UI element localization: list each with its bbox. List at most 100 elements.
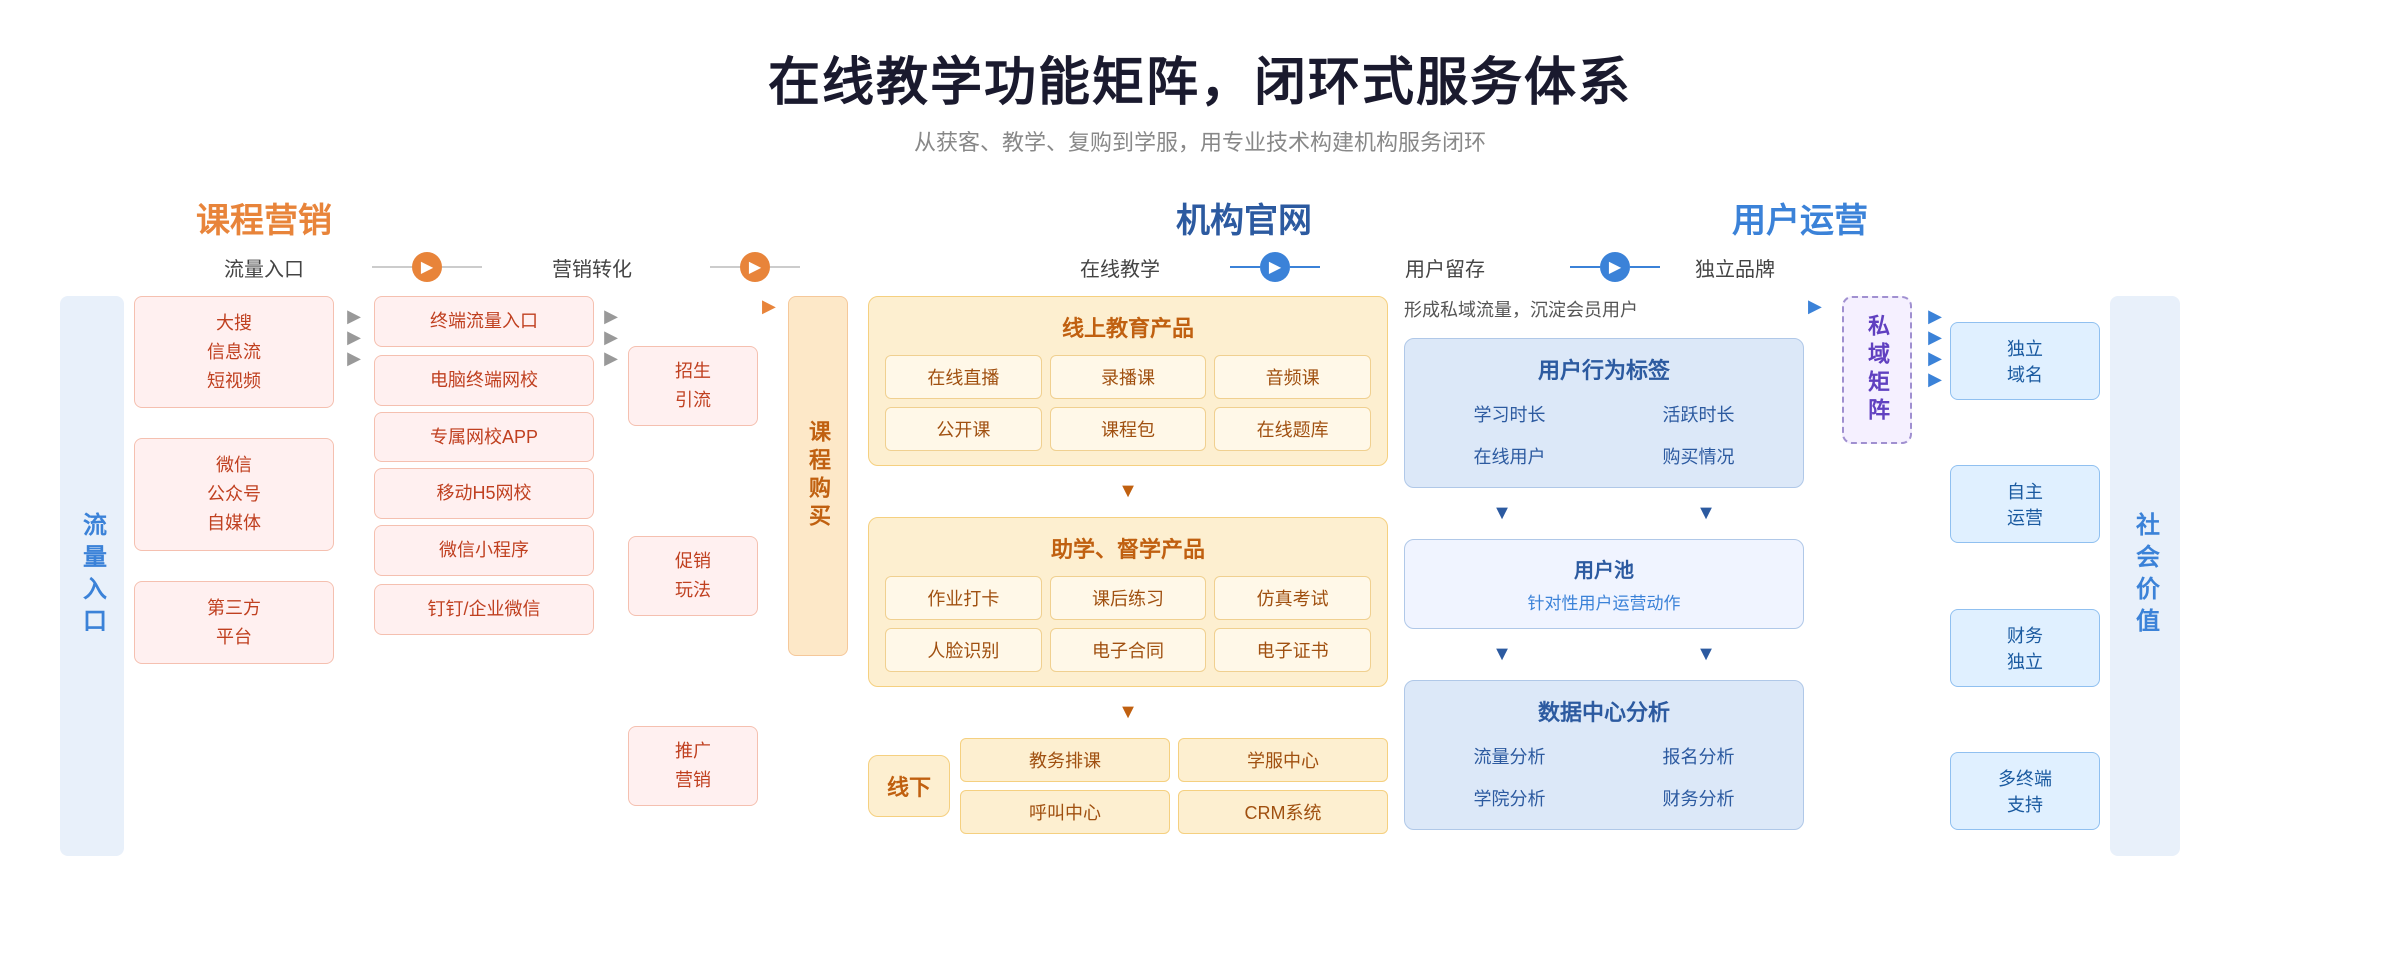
online-product-title: 线上教育产品 [885,311,1371,343]
data-3: 财务分析 [1608,781,1789,815]
down-arrows-row2: ▼ ▼ [1404,641,1804,668]
left-label: 流量入口 [60,296,124,856]
main-content: 流量入口 大搜信息流短视频 微信公众号自媒体 第三方平台 ▶ ▶ ▶ 终端流量入… [60,296,2340,856]
down-arrow-ret-2: ▼ [1608,500,1804,527]
user-pool-sub: 针对性用户运营动作 [1419,589,1789,614]
brand-box-2: 财务独立 [1950,609,2100,687]
flow-arrow-2: ▶ [740,252,770,282]
arrow-m3: ▶ [600,348,622,369]
cat-website: 机构官网 [1176,193,1312,242]
flow-label-retention: 用户留存 [1320,253,1570,282]
down-arrow-ret-4: ▼ [1608,641,1804,668]
offline-row: 线下 教务排课 学服中心 呼叫中心 CRM系统 [868,738,1388,834]
tag-1: 活跃时长 [1608,397,1789,431]
online-teaching-section: 线上教育产品 在线直播 录播课 音频课 公开课 课程包 在线题库 ▼ 助学、督学… [868,296,1388,834]
flow-arrow-4: ▶ [1600,252,1630,282]
arrow-b1: ▶ [1924,306,1946,327]
data-center-box: 数据中心分析 流量分析 报名分析 学院分析 财务分析 [1404,680,1804,830]
retention-header: 形成私域流量，沉淀会员用户 [1404,296,1804,322]
arrow-m1: ▶ [600,306,622,327]
data-grid: 流量分析 报名分析 学院分析 财务分析 [1419,739,1789,815]
product-cell-1: 录播课 [1050,355,1207,399]
assist-cell-0: 作业打卡 [885,576,1042,620]
assist-cell-1: 课后练习 [1050,576,1207,620]
data-0: 流量分析 [1419,739,1600,773]
product-cell-3: 公开课 [885,407,1042,451]
tag-3: 购买情况 [1608,439,1789,473]
arrow-t1: ▶ [343,306,365,327]
marketing-box-5: 微信小程序 [374,525,594,576]
down-arrow-1: ▼ [868,478,1388,505]
action-box-3: 推广营销 [628,726,758,806]
flow-label-online: 在线教学 [1010,253,1230,282]
marketing-box-4: 移动H5网校 [374,468,594,519]
cat-user-ops: 用户运营 [1732,193,1868,242]
user-tag-title: 用户行为标签 [1419,353,1789,385]
assist-box: 助学、督学产品 作业打卡 课后练习 仿真考试 人脸识别 电子合同 电子证书 [868,517,1388,687]
traffic-sources: 大搜信息流短视频 微信公众号自媒体 第三方平台 [134,296,334,664]
flow-arrow-3: ▶ [1260,252,1290,282]
marketing-box-6: 钉钉/企业微信 [374,584,594,635]
flow-label-conversion: 营销转化 [482,253,702,282]
marketing-items: 终端流量入口 电脑终端网校 专属网校APP 移动H5网校 微信小程序 钉钉/企业… [374,296,594,635]
traffic-group-1: 大搜信息流短视频 [134,296,334,408]
arrow-t2: ▶ [343,327,365,348]
arrow-ret: ▶ [1804,296,1826,317]
assist-cell-5: 电子证书 [1214,628,1371,672]
marketing-group-mid: 电脑终端网校 专属网校APP 移动H5网校 微信小程序 [374,355,594,576]
tag-2: 在线用户 [1419,439,1600,473]
down-arrow-ret-1: ▼ [1404,500,1600,527]
user-pool-box: 用户池 针对性用户运营动作 [1404,539,1804,629]
course-buy-box: 课程购买 [788,296,848,656]
offline-sub: 教务排课 学服中心 呼叫中心 CRM系统 [960,738,1388,834]
social-value-box: 社会价值 [2110,296,2180,856]
assist-cell-4: 电子合同 [1050,628,1207,672]
marketing-box-2: 电脑终端网校 [374,355,594,406]
arrow-b4: ▶ [1924,369,1946,390]
product-cell-4: 课程包 [1050,407,1207,451]
flow-label-traffic: 流量入口 [164,253,364,282]
marketing-box-1: 终端流量入口 [374,296,594,347]
brand-section: 独立域名 自主运营 财务独立 多终端支持 [1950,296,2100,856]
user-pool-title: 用户池 [1419,554,1789,583]
cat-marketing: 课程营销 [196,193,332,242]
offline-cell-3: CRM系统 [1178,790,1388,834]
page: 在线教学功能矩阵，闭环式服务体系 从获客、教学、复购到学服，用专业技术构建机构服… [0,0,2400,974]
down-arrow-ret-3: ▼ [1404,641,1600,668]
down-arrow-2: ▼ [868,699,1388,726]
assist-title: 助学、督学产品 [885,532,1371,564]
data-1: 报名分析 [1608,739,1789,773]
data-2: 学院分析 [1419,781,1600,815]
offline-cell-2: 呼叫中心 [960,790,1170,834]
online-product-box: 线上教育产品 在线直播 录播课 音频课 公开课 课程包 在线题库 [868,296,1388,466]
arrow-t3: ▶ [343,348,365,369]
page-subtitle: 从获客、教学、复购到学服，用专业技术构建机构服务闭环 [60,125,2340,157]
private-domain-box: 私域矩阵 [1842,296,1912,444]
tag-grid: 学习时长 活跃时长 在线用户 购买情况 [1419,397,1789,473]
action-items: 招生引流 促销玩法 推广营销 [628,296,758,856]
traffic-group-2: 微信公众号自媒体 [134,438,334,550]
product-grid: 在线直播 录播课 音频课 公开课 课程包 在线题库 [885,355,1371,451]
down-arrows-row: ▼ ▼ [1404,500,1804,527]
action-box-1: 招生引流 [628,346,758,426]
offline-grid: 教务排课 学服中心 呼叫中心 CRM系统 [960,738,1388,834]
arrow-m2: ▶ [600,327,622,348]
arrow-b2: ▶ [1924,327,1946,348]
flow-label-brand: 独立品牌 [1660,253,1810,282]
data-center-title: 数据中心分析 [1419,695,1789,727]
assist-grid: 作业打卡 课后练习 仿真考试 人脸识别 电子合同 电子证书 [885,576,1371,672]
offline-cell-0: 教务排课 [960,738,1170,782]
arrow-a1: ▶ [758,296,780,317]
flow-arrow-1: ▶ [412,252,442,282]
retention-section: 形成私域流量，沉淀会员用户 用户行为标签 学习时长 活跃时长 在线用户 购买情况… [1404,296,1804,830]
assist-cell-3: 人脸识别 [885,628,1042,672]
brand-box-1: 自主运营 [1950,465,2100,543]
traffic-group-3: 第三方平台 [134,581,334,665]
product-cell-0: 在线直播 [885,355,1042,399]
traffic-box-2: 微信公众号自媒体 [134,438,334,550]
product-cell-5: 在线题库 [1214,407,1371,451]
header: 在线教学功能矩阵，闭环式服务体系 从获客、教学、复购到学服，用专业技术构建机构服… [60,40,2340,157]
traffic-box-1: 大搜信息流短视频 [134,296,334,408]
arrow-b3: ▶ [1924,348,1946,369]
tag-0: 学习时长 [1419,397,1600,431]
